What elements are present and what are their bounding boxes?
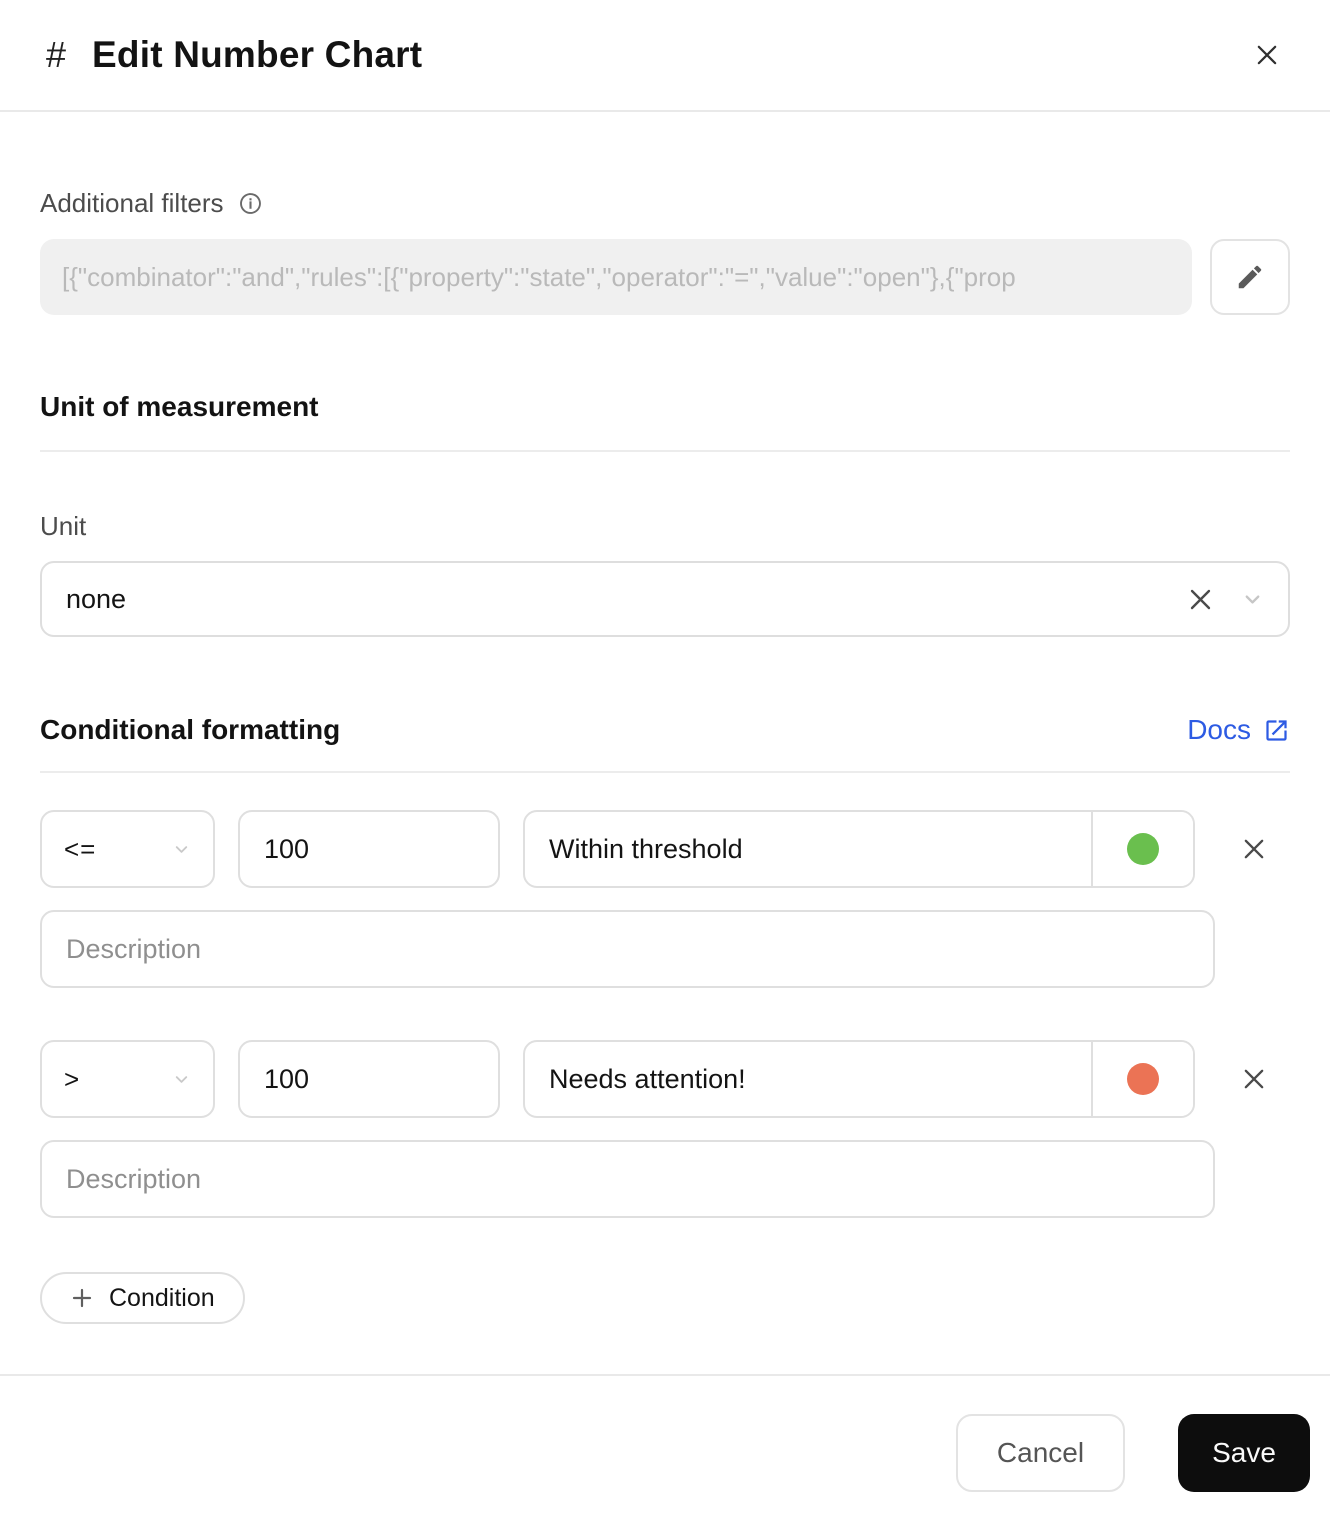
conditional-formatting-heading-row: Conditional formatting Docs <box>40 714 1290 746</box>
section-divider <box>40 771 1290 773</box>
save-button[interactable]: Save <box>1178 1414 1310 1492</box>
dialog-title: Edit Number Chart <box>92 34 423 75</box>
condition-color-swatch[interactable] <box>1093 1042 1193 1116</box>
number-hash-icon: # <box>46 34 67 75</box>
edit-filters-button[interactable] <box>1210 239 1290 315</box>
condition-value-input[interactable] <box>238 810 500 888</box>
unit-select[interactable]: none <box>40 561 1290 637</box>
additional-filters-input[interactable] <box>40 239 1192 315</box>
add-condition-label: Condition <box>109 1283 215 1312</box>
color-dot-green <box>1127 833 1159 865</box>
add-condition-button[interactable]: Condition <box>40 1272 245 1324</box>
condition-label-input[interactable] <box>525 812 1091 886</box>
condition-description-input[interactable] <box>40 1140 1215 1218</box>
chevron-down-icon <box>172 840 191 859</box>
remove-condition-button[interactable] <box>1218 1059 1290 1099</box>
pencil-icon <box>1235 262 1265 292</box>
edit-number-chart-dialog: # Edit Number Chart Additional filters U… <box>0 0 1330 1506</box>
docs-link[interactable]: Docs <box>1187 714 1290 746</box>
close-icon <box>1240 1065 1268 1093</box>
remove-condition-button[interactable] <box>1218 829 1290 869</box>
color-dot-orange <box>1127 1063 1159 1095</box>
unit-select-controls <box>1186 585 1264 614</box>
chevron-down-icon <box>172 1070 191 1089</box>
dialog-header: # Edit Number Chart <box>0 0 1330 112</box>
info-icon <box>238 191 263 216</box>
clear-icon[interactable] <box>1186 585 1215 614</box>
additional-filters-row <box>40 239 1290 315</box>
close-icon <box>1252 40 1282 70</box>
condition-row-2: > <box>40 1040 1290 1118</box>
close-icon <box>1240 835 1268 863</box>
cancel-button[interactable]: Cancel <box>956 1414 1125 1492</box>
condition-operator-select[interactable]: > <box>40 1040 215 1118</box>
chevron-down-icon[interactable] <box>1241 588 1264 611</box>
unit-select-value: none <box>66 583 127 614</box>
condition-description-input[interactable] <box>40 910 1215 988</box>
condition-value-input[interactable] <box>238 1040 500 1118</box>
condition-label-group <box>523 1040 1195 1118</box>
unit-section-heading: Unit of measurement <box>40 391 319 422</box>
unit-label: Unit <box>40 511 87 541</box>
plus-icon <box>70 1286 94 1310</box>
condition-label-input[interactable] <box>525 1042 1091 1116</box>
section-divider <box>40 450 1290 452</box>
condition-label-group <box>523 810 1195 888</box>
external-link-icon <box>1263 717 1290 744</box>
condition-operator-select[interactable]: <= <box>40 810 215 888</box>
dialog-title-group: # Edit Number Chart <box>46 34 422 76</box>
additional-filters-label-row: Additional filters <box>40 188 1290 219</box>
condition-color-swatch[interactable] <box>1093 812 1193 886</box>
additional-filters-label: Additional filters <box>40 188 224 218</box>
dialog-body: Additional filters Unit of measurement U… <box>0 112 1330 1324</box>
dialog-footer: Cancel Save <box>0 1374 1330 1517</box>
conditional-formatting-heading: Conditional formatting <box>40 714 341 745</box>
condition-row-1: <= <box>40 810 1290 888</box>
docs-link-label: Docs <box>1187 714 1251 745</box>
close-button[interactable] <box>1246 34 1288 76</box>
operator-value: > <box>64 1063 81 1094</box>
operator-value: <= <box>64 833 97 864</box>
